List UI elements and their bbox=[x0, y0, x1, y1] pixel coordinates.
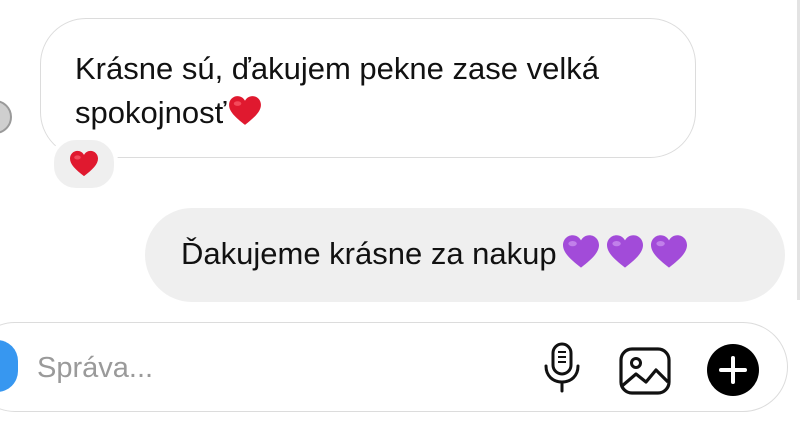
red-heart-icon bbox=[70, 150, 98, 177]
purple-heart-icon bbox=[650, 235, 687, 268]
outgoing-message-body: Ďakujeme krásne za nakup bbox=[181, 236, 557, 271]
plus-icon[interactable] bbox=[706, 343, 760, 397]
incoming-message-body: Krásne sú, ďakujem pekne zase velká spok… bbox=[75, 51, 599, 130]
message-reaction[interactable] bbox=[50, 136, 118, 192]
purple-heart-icon bbox=[606, 235, 643, 268]
gallery-icon[interactable] bbox=[618, 346, 672, 396]
red-heart-icon bbox=[229, 96, 262, 125]
purple-heart-icon bbox=[562, 235, 599, 268]
sender-avatar[interactable] bbox=[0, 100, 12, 134]
outgoing-message-bubble[interactable]: Ďakujeme krásne za nakup bbox=[145, 208, 785, 302]
incoming-message-bubble[interactable]: Krásne sú, ďakujem pekne zase velká spok… bbox=[40, 18, 696, 158]
message-input[interactable]: Správa... bbox=[37, 350, 153, 386]
incoming-message-text: Krásne sú, ďakujem pekne zase velká spok… bbox=[75, 47, 675, 135]
microphone-icon[interactable] bbox=[540, 342, 584, 394]
outgoing-message-text: Ďakujeme krásne za nakup bbox=[181, 234, 689, 274]
